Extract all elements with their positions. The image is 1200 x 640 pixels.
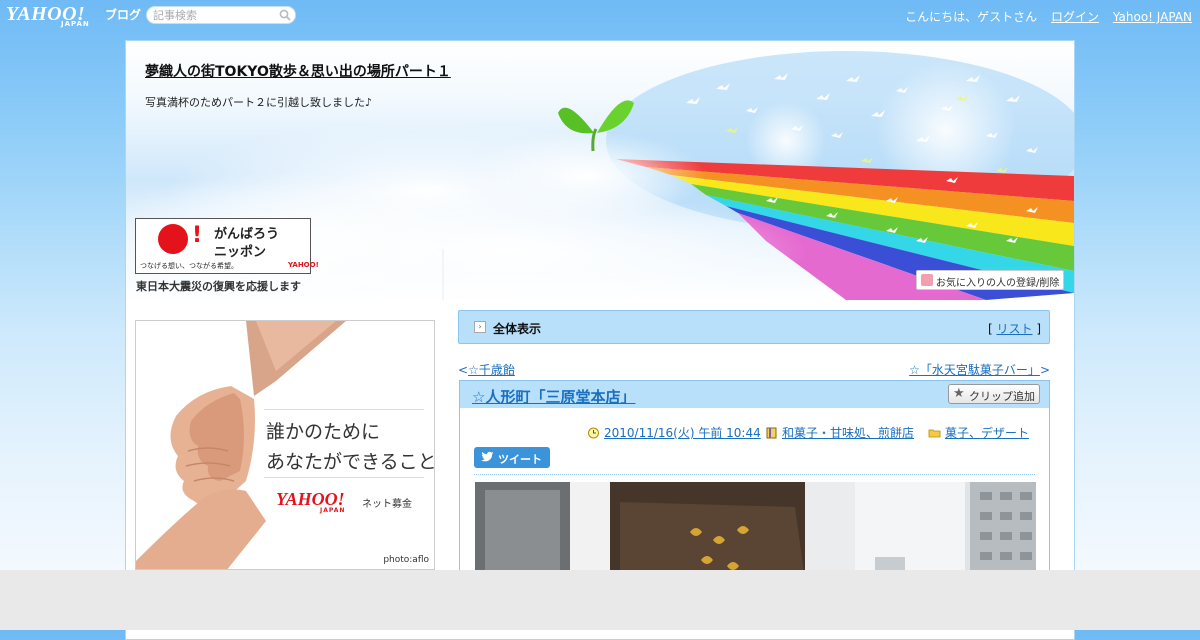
article-divider [474, 474, 1035, 475]
clip-add-label: クリップ追加 [969, 390, 1035, 403]
ganbaro-nippon-banner[interactable]: ! がんばろう ニッポン つなげる想い、つながる希望。 YAHOO! [135, 218, 319, 274]
ganbaro-line2: ニッポン [214, 245, 267, 260]
heart-icon [921, 274, 933, 286]
search-icon[interactable] [279, 9, 291, 24]
article-date-link[interactable]: 2010/11/16(火) 午前 10:44 [604, 426, 761, 440]
article-category-link[interactable]: 和菓子・甘味処、煎餅店 [782, 426, 914, 440]
yahoo-logo-sub: JAPAN [61, 20, 90, 28]
ad-rule-top [264, 409, 424, 410]
red-circle-icon [158, 224, 188, 254]
article-title[interactable]: ☆人形町「三原堂本店」 [472, 386, 635, 407]
blog-description: 写真満杯のためパート２に引越し致しました♪ [145, 96, 373, 109]
prev-article-link[interactable]: ☆千歳飴 [468, 363, 515, 377]
prev-article: <☆千歳飴 [458, 361, 515, 378]
user-links: こんにちは、ゲストさん ログイン Yahoo! JAPAN [895, 8, 1192, 25]
yahoo-japan-link[interactable]: Yahoo! JAPAN [1113, 10, 1192, 24]
handshake-image [136, 321, 346, 569]
article-folder: 菓子、デザート [928, 424, 1029, 441]
bottom-gray-strip [0, 570, 1200, 630]
list-link-wrapper: [ リスト ] [988, 320, 1041, 337]
storefront-photo [475, 482, 1036, 581]
article-folder-link[interactable]: 菓子、デザート [945, 426, 1029, 440]
prev-arrow: < [458, 363, 469, 377]
list-link[interactable]: リスト [996, 322, 1032, 336]
clip-add-button[interactable]: ★ クリップ追加 [948, 384, 1040, 404]
greeting-text: こんにちは、ゲストさん [905, 10, 1038, 24]
article-navigation: <☆千歳飴 ☆「水天宮駄菓子バー」> [458, 361, 1050, 378]
article-date: 2010/11/16(火) 午前 10:44 [587, 424, 761, 441]
favorite-register-button[interactable]: お気に入りの人の登録/削除 [916, 270, 1064, 290]
ad-headline-2: あなたができること [266, 451, 435, 473]
exclamation-mark: ! [192, 223, 203, 248]
charity-ad-banner[interactable]: 誰かのために あなたができること YAHOO! JAPAN ネット募金 phot… [135, 320, 435, 570]
ad-headline-1: 誰かのために [266, 421, 381, 443]
article-meta: 2010/11/16(火) 午前 10:44 和菓子・甘味処、煎餅店 菓子、デザ… [460, 424, 1049, 441]
ganbaro-tagline: つなげる想い、つながる希望。 [140, 262, 238, 270]
top-bar: YAHOO! JAPAN ブログ こんにちは、ゲストさん ログイン Yahoo!… [0, 0, 1200, 32]
article-box: ☆人形町「三原堂本店」 ★ クリップ追加 2010/11/16(火) 午前 10… [459, 380, 1050, 581]
ad-service-name: ネット募金 [362, 499, 412, 510]
clock-icon [588, 427, 599, 439]
ganbaro-line1: がんばろう [214, 227, 280, 242]
ganbaro-caption: 東日本大震災の復興を応援します [136, 280, 301, 293]
next-article-link[interactable]: ☆「水天宮駄菓子バー」 [909, 363, 1040, 377]
article-category: 和菓子・甘味処、煎餅店 [765, 424, 914, 441]
star-icon: ★ [953, 386, 965, 401]
tweet-label: ツイート [498, 453, 542, 466]
ganbaro-yahoo-logo: YAHOO! [288, 261, 319, 269]
all-view-label[interactable]: 全体表示 [493, 320, 541, 337]
ad-photo-credit: photo:aflo [383, 555, 429, 565]
yahoo-blog-logo[interactable]: YAHOO! JAPAN ブログ [6, 3, 141, 28]
blog-logo-label: ブログ [105, 8, 142, 22]
search-box[interactable] [146, 6, 296, 24]
all-view-bar: › 全体表示 [ リスト ] [458, 310, 1050, 344]
blog-title[interactable]: 夢織人の街TOKYO散歩＆思い出の場所パート１ [145, 61, 451, 81]
ad-rule-bottom [264, 477, 424, 478]
favorite-register-label: お気に入りの人の登録/削除 [936, 278, 1060, 289]
list-bracket-close: ] [1036, 322, 1041, 336]
arrow-right-icon[interactable]: › [474, 321, 486, 333]
folder-icon [928, 429, 941, 438]
search-input[interactable] [153, 8, 275, 22]
tweet-button[interactable]: ツイート [474, 447, 550, 468]
list-bracket-open: [ [987, 322, 993, 336]
article-title-bar: ☆人形町「三原堂本店」 ★ クリップ追加 [460, 381, 1049, 408]
login-link[interactable]: ログイン [1051, 10, 1099, 24]
next-arrow: > [1039, 363, 1050, 377]
twitter-bird-icon [481, 451, 494, 462]
book-icon [766, 427, 777, 439]
article-photo[interactable] [475, 482, 1036, 581]
next-article: ☆「水天宮駄菓子バー」> [909, 361, 1050, 378]
ad-yahoo-logo-sub: JAPAN [320, 507, 346, 514]
